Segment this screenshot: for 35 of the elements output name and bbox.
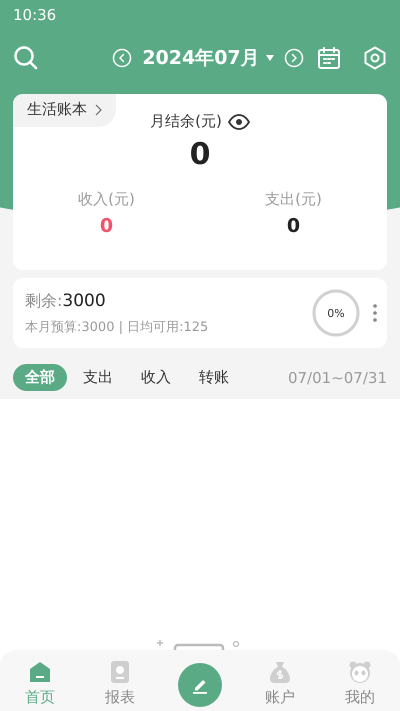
date-range: 07/01~07/31 [288, 368, 387, 386]
filter-tab[interactable]: 全部 [13, 364, 67, 391]
budget-percent: 0% [327, 306, 345, 320]
filter-tab[interactable]: 支出 [71, 364, 125, 391]
nav-tab[interactable]: 报表 [80, 650, 160, 711]
expense-value: 0 [286, 215, 300, 237]
previous-month-icon[interactable] [112, 48, 132, 68]
nav-tab[interactable]: 首页 [0, 650, 80, 711]
filter-tab[interactable]: 转账 [187, 364, 241, 391]
calendar-icon[interactable] [316, 46, 341, 70]
settings-icon[interactable] [362, 46, 387, 70]
income-value: 0 [100, 215, 114, 237]
budget-detail: 本月预算:3000 | 日均可用:125 [25, 318, 210, 336]
status-time: 10:36 [13, 6, 56, 24]
report-icon [108, 660, 132, 684]
more-icon[interactable] [373, 304, 377, 322]
chevron-icon [95, 104, 102, 116]
filter-tab[interactable]: 收入 [129, 364, 183, 391]
balance-value: 0 [190, 137, 210, 172]
income-label: 收入(元) [78, 190, 135, 209]
caret-icon [266, 55, 274, 61]
month-selector[interactable]: 2024年07月 [142, 45, 274, 71]
expense-label: 支出(元) [265, 190, 322, 209]
house-icon [28, 660, 52, 684]
nav-tab[interactable]: 账户 [240, 650, 320, 711]
add-record-button[interactable] [178, 663, 222, 707]
panda-icon [348, 660, 372, 684]
balance-label: 月结余(元) [150, 112, 222, 131]
nav-tab[interactable]: 我的 [320, 650, 400, 711]
money-bag-icon [268, 660, 292, 684]
next-month-icon[interactable] [284, 48, 304, 68]
remaining-budget: 剩余:3000 [25, 290, 107, 312]
search-icon[interactable] [13, 45, 39, 71]
eye-icon[interactable] [228, 114, 250, 130]
account-book-tab[interactable]: 生活账本 [13, 94, 116, 127]
